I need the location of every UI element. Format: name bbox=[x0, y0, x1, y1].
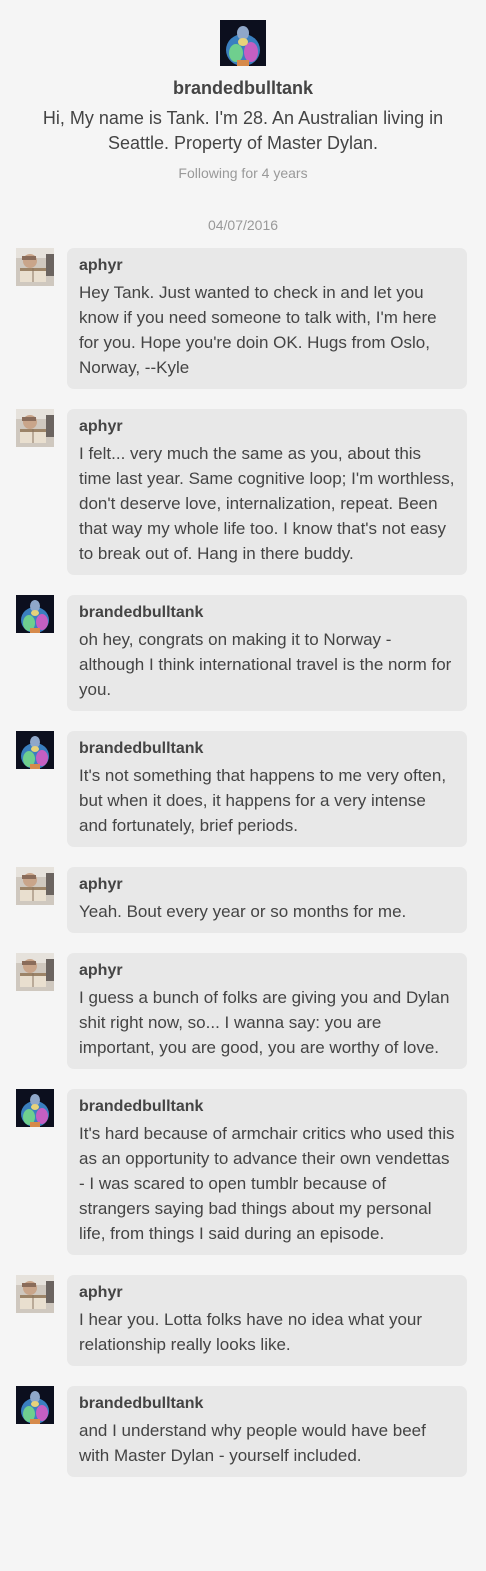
message-item: aphyr I felt... very much the same as you… bbox=[16, 409, 467, 575]
sender-name[interactable]: brandedbulltank bbox=[79, 603, 455, 623]
message-text: Yeah. Bout every year or so months for m… bbox=[79, 902, 407, 921]
message-text: It's not something that happens to me ve… bbox=[79, 766, 447, 835]
message-text: Hey Tank. Just wanted to check in and le… bbox=[79, 283, 437, 377]
sender-avatar[interactable] bbox=[16, 595, 54, 633]
message-item: brandedbulltank oh hey, congrats on makin… bbox=[16, 595, 467, 711]
bull-avatar-icon bbox=[16, 1089, 54, 1127]
message-text: It's hard because of armchair critics wh… bbox=[79, 1124, 455, 1243]
message-bubble: aphyr Hey Tank. Just wanted to check in a… bbox=[67, 248, 467, 389]
message-text: I guess a bunch of folks are giving you … bbox=[79, 988, 450, 1057]
bull-avatar-icon bbox=[220, 20, 266, 66]
aphyr-avatar-icon bbox=[16, 248, 54, 286]
sender-name[interactable]: aphyr bbox=[79, 256, 455, 276]
sender-name[interactable]: brandedbulltank bbox=[79, 1097, 455, 1117]
aphyr-avatar-icon bbox=[16, 867, 54, 905]
message-bubble: aphyr I felt... very much the same as you… bbox=[67, 409, 467, 575]
message-text: oh hey, congrats on making it to Norway … bbox=[79, 630, 452, 699]
sender-avatar[interactable] bbox=[16, 953, 54, 991]
message-bubble: aphyr Yeah. Bout every year or so months … bbox=[67, 867, 467, 933]
message-item: brandedbulltank It's not something that h… bbox=[16, 731, 467, 847]
sender-avatar[interactable] bbox=[16, 867, 54, 905]
message-item: aphyr I hear you. Lotta folks have no ide… bbox=[16, 1275, 467, 1366]
sender-avatar[interactable] bbox=[16, 1275, 54, 1313]
message-bubble: brandedbulltank It's hard because of armc… bbox=[67, 1089, 467, 1255]
message-bubble: brandedbulltank and I understand why peop… bbox=[67, 1386, 467, 1477]
sender-avatar[interactable] bbox=[16, 248, 54, 286]
bull-avatar-icon bbox=[16, 731, 54, 769]
sender-name[interactable]: brandedbulltank bbox=[79, 739, 455, 759]
message-text: I hear you. Lotta folks have no idea wha… bbox=[79, 1310, 423, 1354]
sender-name[interactable]: aphyr bbox=[79, 875, 455, 895]
conversation-date: 04/07/2016 bbox=[207, 217, 279, 233]
sender-avatar[interactable] bbox=[16, 731, 54, 769]
following-duration: Following for 4 years bbox=[178, 165, 308, 181]
sender-avatar[interactable] bbox=[16, 1386, 54, 1424]
profile-avatar[interactable] bbox=[220, 20, 266, 66]
message-bubble: brandedbulltank oh hey, congrats on makin… bbox=[67, 595, 467, 711]
message-bubble: aphyr I hear you. Lotta folks have no ide… bbox=[67, 1275, 467, 1366]
bull-avatar-icon bbox=[16, 1386, 54, 1424]
profile-header: brandedbulltank Hi, My name is Tank. I'm… bbox=[0, 0, 486, 182]
profile-bio: Hi, My name is Tank. I'm 28. An Australi… bbox=[42, 108, 444, 153]
message-text: and I understand why people would have b… bbox=[79, 1421, 426, 1465]
aphyr-avatar-icon bbox=[16, 409, 54, 447]
message-item: brandedbulltank and I understand why peop… bbox=[16, 1386, 467, 1477]
sender-name[interactable]: aphyr bbox=[79, 417, 455, 437]
profile-username[interactable]: brandedbulltank bbox=[0, 77, 486, 99]
sender-avatar[interactable] bbox=[16, 409, 54, 447]
bull-avatar-icon bbox=[16, 595, 54, 633]
sender-name[interactable]: brandedbulltank bbox=[79, 1394, 455, 1414]
message-item: brandedbulltank It's hard because of armc… bbox=[16, 1089, 467, 1255]
aphyr-avatar-icon bbox=[16, 953, 54, 991]
sender-avatar[interactable] bbox=[16, 1089, 54, 1127]
message-bubble: brandedbulltank It's not something that h… bbox=[67, 731, 467, 847]
aphyr-avatar-icon bbox=[16, 1275, 54, 1313]
sender-name[interactable]: aphyr bbox=[79, 961, 455, 981]
message-item: aphyr Yeah. Bout every year or so months … bbox=[16, 867, 467, 933]
message-item: aphyr I guess a bunch of folks are giving… bbox=[16, 953, 467, 1069]
sender-name[interactable]: aphyr bbox=[79, 1283, 455, 1303]
message-item: aphyr Hey Tank. Just wanted to check in a… bbox=[16, 248, 467, 389]
message-text: I felt... very much the same as you, abo… bbox=[79, 444, 455, 563]
message-bubble: aphyr I guess a bunch of folks are giving… bbox=[67, 953, 467, 1069]
message-list: aphyr Hey Tank. Just wanted to check in a… bbox=[0, 248, 486, 1477]
